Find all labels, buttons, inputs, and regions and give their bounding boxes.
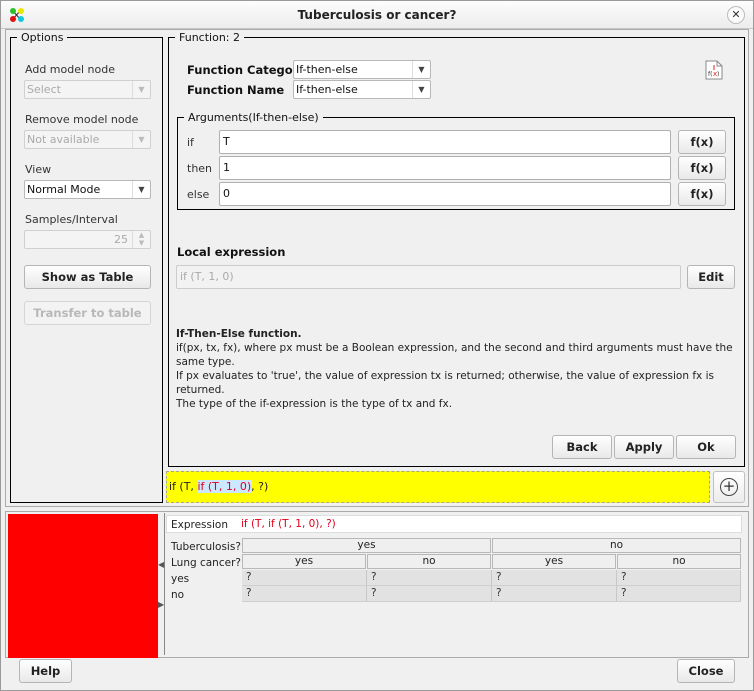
parent1-value-yes: yes xyxy=(242,538,491,553)
parent2-value: yes xyxy=(492,554,616,569)
parent2-value: yes xyxy=(242,554,366,569)
table-cell[interactable]: ? xyxy=(617,570,741,586)
table-cell[interactable]: ? xyxy=(367,586,492,602)
expression-prefix: if (T, xyxy=(169,480,198,493)
table-expression-label: Expression xyxy=(171,519,228,531)
chevron-right-icon[interactable]: ▶ xyxy=(158,600,164,609)
row-state-label: yes xyxy=(171,573,190,585)
table-expression-value: if (T, if (T, 1, 0), ?) xyxy=(241,518,336,530)
parent1-value-no: no xyxy=(492,538,741,553)
parent2-value: no xyxy=(617,554,741,569)
help-button[interactable]: Help xyxy=(19,659,72,683)
plus-circle-icon: + xyxy=(720,478,738,496)
parent2-label: Lung cancer? xyxy=(171,557,241,569)
close-button[interactable]: Close xyxy=(677,659,735,683)
window-title: Tuberculosis or cancer? xyxy=(297,8,457,22)
parent1-label: Tuberculosis? xyxy=(171,541,241,553)
expression-bar[interactable]: if (T, if (T, 1, 0), ?) xyxy=(166,471,710,503)
table-cell[interactable]: ? xyxy=(492,586,617,602)
expression-highlighted[interactable]: if (T, 1, 0) xyxy=(197,480,252,493)
main-area-border xyxy=(5,29,749,507)
table-cell[interactable]: ? xyxy=(367,570,492,586)
expression-suffix: , ?) xyxy=(251,480,269,493)
add-expression-button[interactable]: + xyxy=(713,471,745,503)
table-cell[interactable]: ? xyxy=(617,586,741,602)
table-cell[interactable]: ? xyxy=(242,586,367,602)
chevron-left-icon[interactable]: ◀ xyxy=(158,560,164,569)
parent2-value: no xyxy=(367,554,491,569)
title-bar: Tuberculosis or cancer? ✕ xyxy=(1,1,753,29)
row-state-label: no xyxy=(171,589,185,601)
color-swatch xyxy=(8,514,158,658)
table-cell[interactable]: ? xyxy=(492,570,617,586)
close-icon[interactable]: ✕ xyxy=(727,6,745,24)
table-cell[interactable]: ? xyxy=(242,570,367,586)
